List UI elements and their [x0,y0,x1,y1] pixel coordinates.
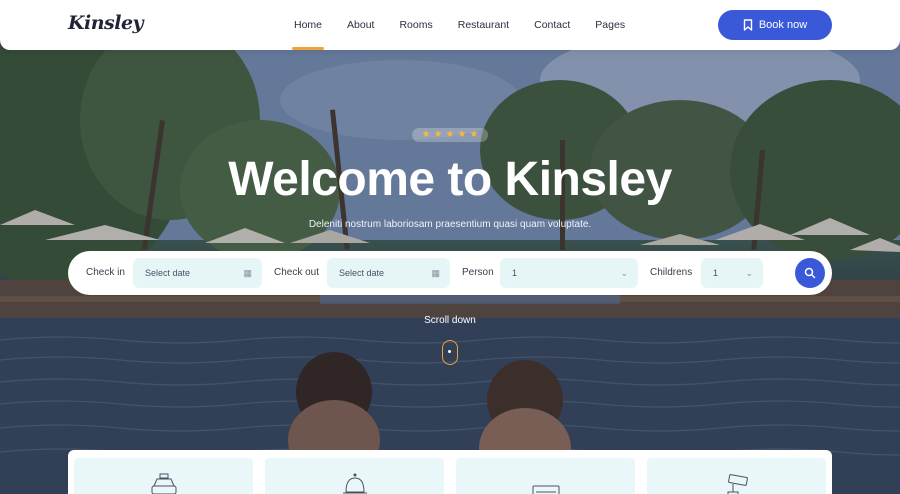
book-now-button[interactable]: Book now [718,10,832,40]
nav-contact[interactable]: Contact [524,0,580,50]
chevron-down-icon: ⌄ [745,268,753,278]
scroll-down-mouse-icon[interactable] [442,340,458,365]
feature-card-security[interactable] [647,458,826,494]
feature-card-air-conditioning[interactable] [456,458,635,494]
nav-restaurant[interactable]: Restaurant [448,0,519,50]
person-label: Person [462,267,494,278]
features-strip [68,450,832,494]
children-label: Childrens [650,267,693,278]
checkin-date-field[interactable]: Select date ▦ [133,258,262,288]
hero-section: ★ ★ ★ ★ ★ Welcome to Kinsley Deleniti no… [0,0,900,494]
bookmark-icon [743,19,753,31]
rating-stars: ★ ★ ★ ★ ★ [412,128,488,142]
search-icon [804,267,816,279]
calendar-icon: ▦ [243,268,252,278]
checkin-placeholder: Select date [145,268,191,278]
children-select[interactable]: 1 ⌄ [701,258,763,288]
star-icon: ★ [421,129,431,140]
booking-form: Check in Select date ▦ Check out Select … [68,251,832,295]
hero-subtitle: Deleniti nostrum laboriosam praesentium … [308,219,592,230]
star-icon: ★ [445,129,455,140]
nav-pages[interactable]: Pages [585,0,635,50]
search-button[interactable] [795,258,825,288]
hero-title: Welcome to Kinsley [228,153,672,206]
person-value: 1 [512,268,518,278]
nav-about[interactable]: About [337,0,384,50]
nav-home[interactable]: Home [284,0,332,50]
star-icon: ★ [457,129,467,140]
book-now-label: Book now [758,19,808,31]
scroll-down-label: Scroll down [424,315,476,326]
security-camera-icon [727,474,748,494]
checkout-date-field[interactable]: Select date ▦ [327,258,450,288]
service-bell-icon [343,473,367,494]
checkin-label: Check in [86,267,125,278]
taxi-icon [151,473,177,494]
chevron-down-icon: ⌄ [620,268,628,278]
star-icon: ★ [433,129,443,140]
air-conditioner-icon [532,485,560,494]
star-icon: ★ [469,129,479,140]
calendar-icon: ▦ [431,268,440,278]
main-nav: Home About Rooms Restaurant Contact Page… [284,0,640,50]
site-header: Kinsley Home About Rooms Restaurant Cont… [0,0,900,50]
feature-card-room-service[interactable] [265,458,444,494]
nav-rooms[interactable]: Rooms [389,0,442,50]
checkout-placeholder: Select date [339,268,385,278]
feature-card-taxi[interactable] [74,458,253,494]
person-select[interactable]: 1 ⌄ [500,258,638,288]
checkout-label: Check out [274,267,320,278]
children-value: 1 [713,268,719,278]
logo[interactable]: Kinsley [68,12,144,34]
